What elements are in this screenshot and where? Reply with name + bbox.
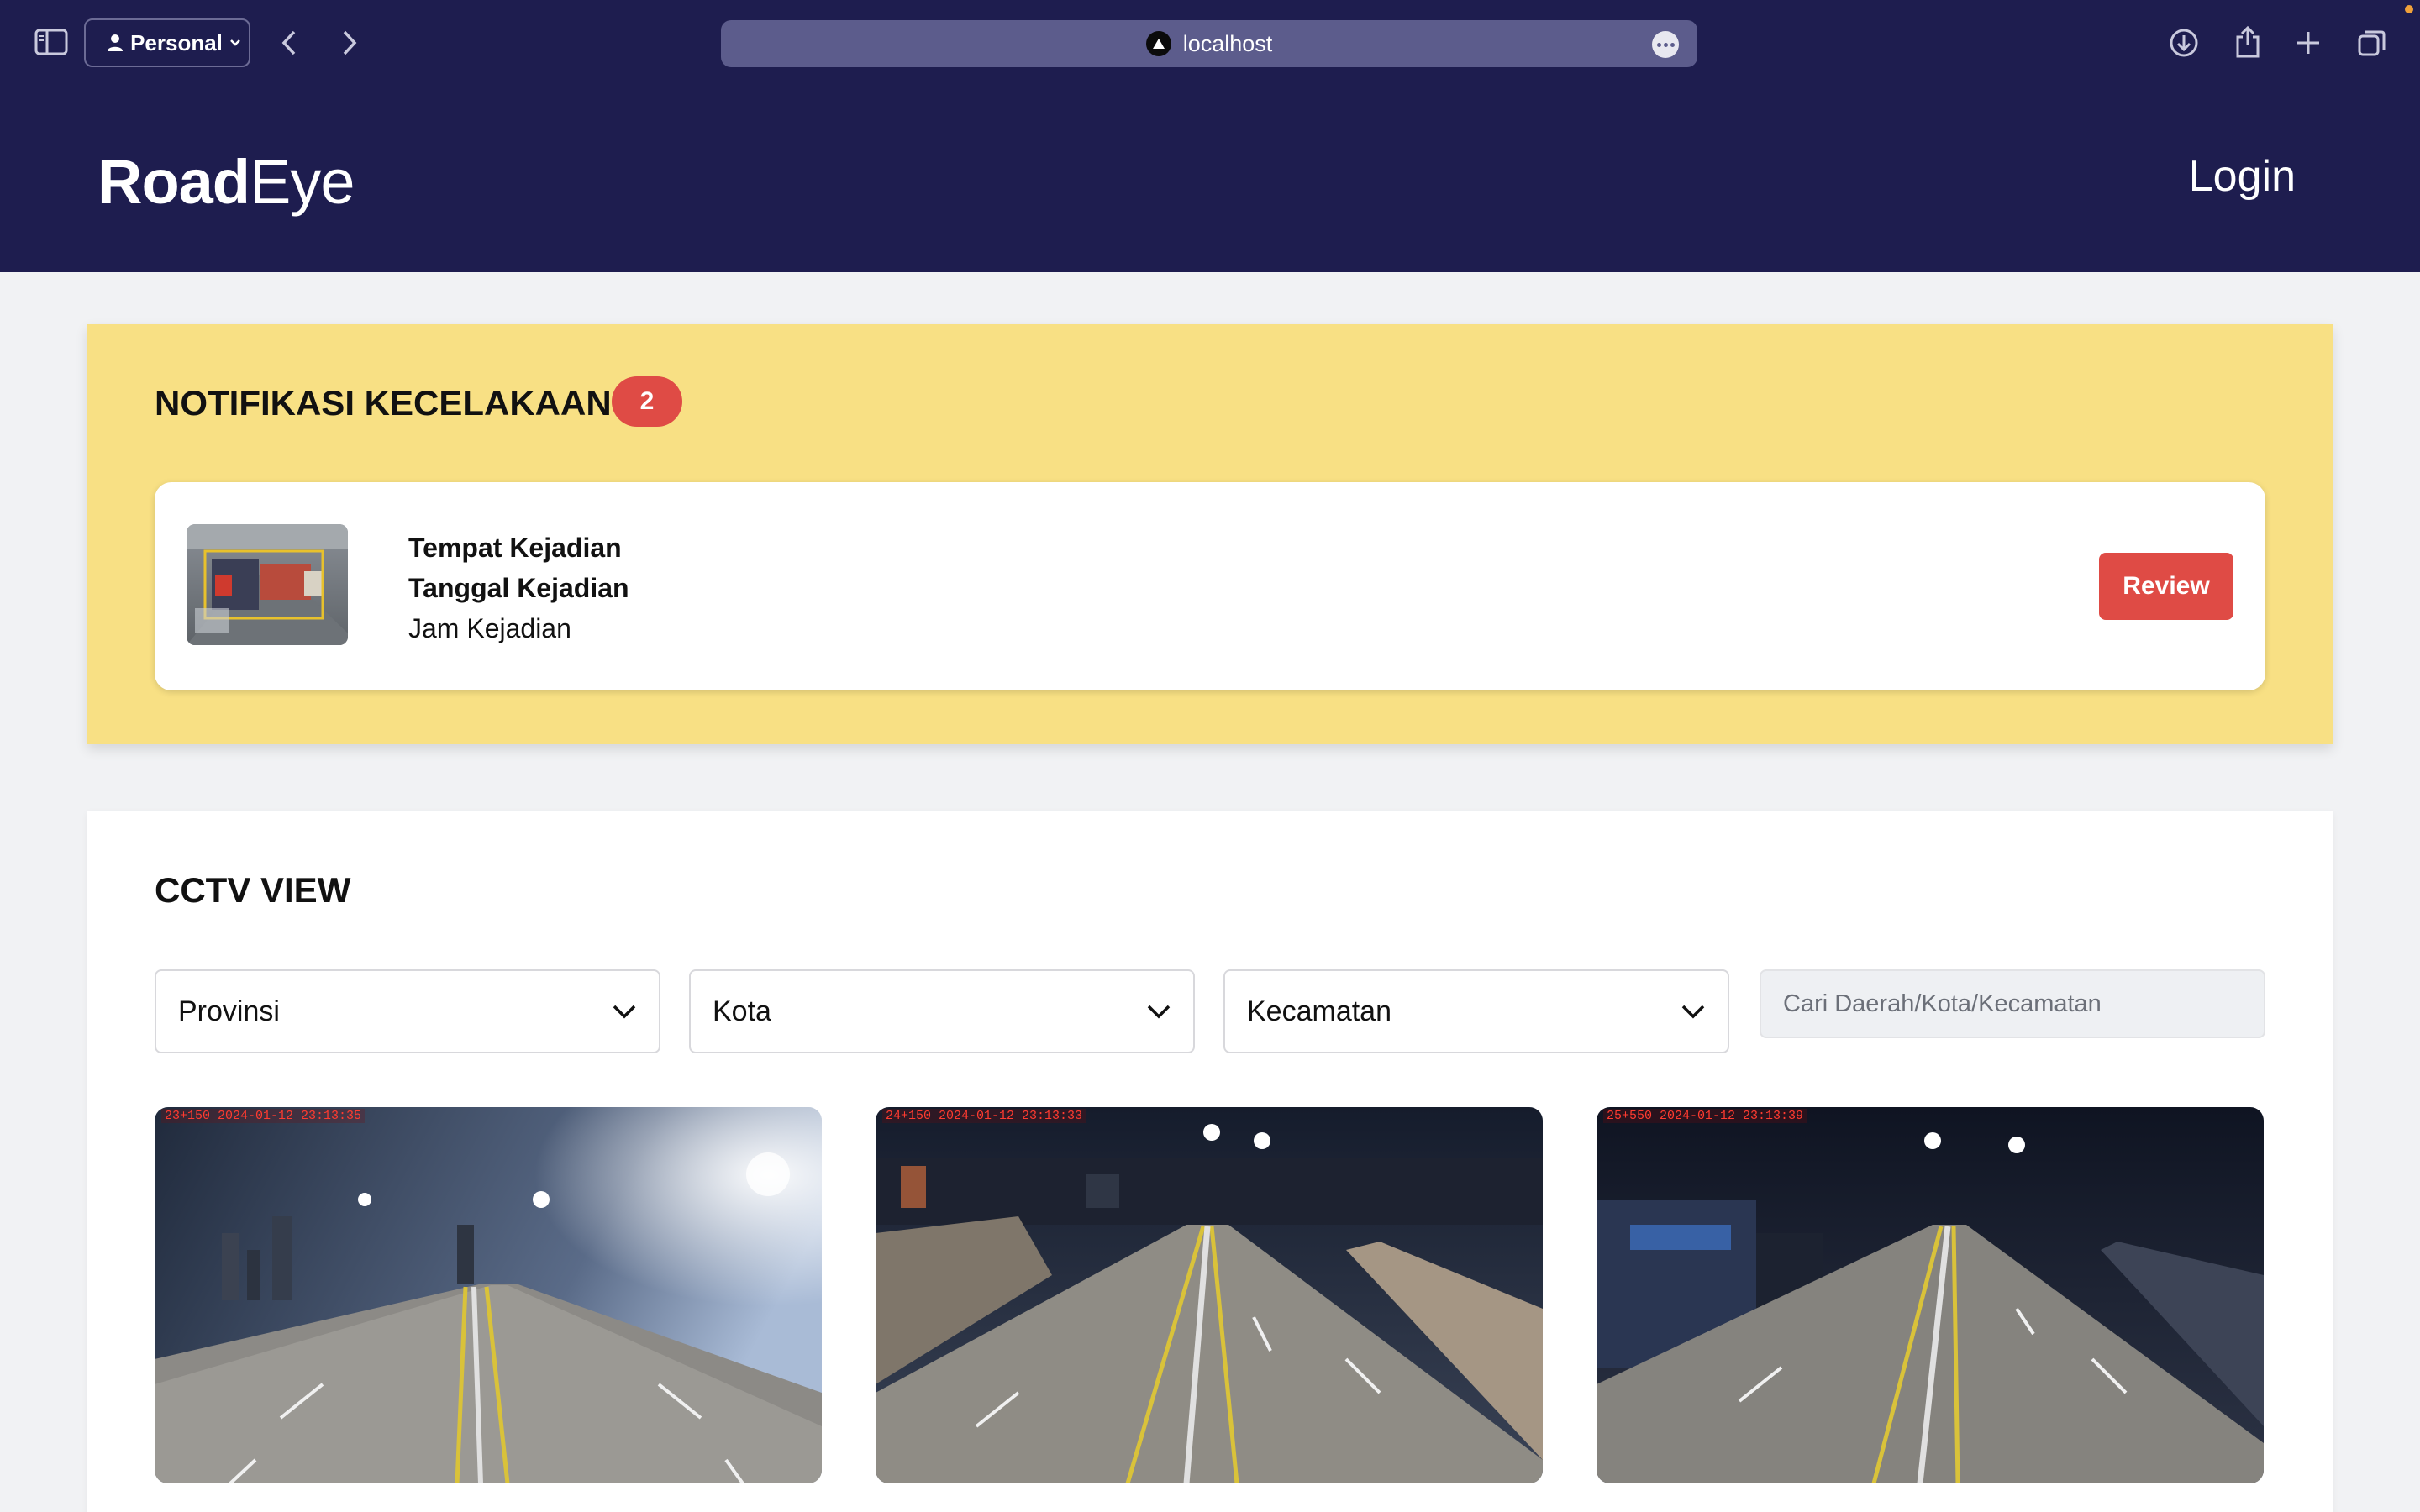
recording-indicator	[2405, 5, 2413, 13]
person-icon	[108, 34, 124, 51]
camera-overlay-text: 25+550 2024-01-12 23:13:39	[1603, 1109, 1807, 1123]
chevron-left-icon	[281, 30, 296, 55]
back-button[interactable]	[271, 24, 308, 62]
share-icon[interactable]	[2228, 22, 2267, 62]
more-options-icon[interactable]	[1652, 31, 1679, 58]
notification-card: Tempat Kejadian Tanggal Kejadian Jam Kej…	[155, 482, 2265, 690]
new-tab-icon[interactable]	[2289, 24, 2328, 62]
site-icon	[1145, 31, 1171, 56]
cctv-camera-feed[interactable]: 24+150 2024-01-12 23:13:33	[876, 1107, 1543, 1483]
province-select[interactable]: Provinsi	[155, 969, 660, 1053]
district-select-value: Kecamatan	[1247, 995, 1392, 1027]
chevron-down-icon	[230, 39, 240, 46]
brand-logo[interactable]: RoadEye	[97, 146, 355, 218]
download-icon[interactable]	[2165, 24, 2203, 62]
notifications-title: NOTIFIKASI KECELAKAAN	[155, 383, 612, 423]
cctv-title: CCTV VIEW	[155, 870, 351, 910]
chevron-down-icon	[1147, 1005, 1171, 1019]
brand-light: Eye	[250, 147, 355, 217]
camera-overlay-text: 23+150 2024-01-12 23:13:35	[161, 1109, 366, 1123]
brand-bold: Road	[97, 147, 250, 217]
province-select-value: Provinsi	[178, 995, 280, 1027]
review-button[interactable]: Review	[2099, 553, 2233, 620]
district-select[interactable]: Kecamatan	[1223, 969, 1729, 1053]
chevron-down-icon	[613, 1005, 636, 1019]
accident-thumbnail	[187, 524, 348, 645]
chevron-right-icon	[343, 30, 357, 55]
accident-notifications-panel: NOTIFIKASI KECELAKAAN 2 Tempat Kejadian …	[87, 324, 2333, 744]
login-link[interactable]: Login	[2189, 151, 2296, 202]
cctv-camera-feed[interactable]: 25+550 2024-01-12 23:13:39	[1597, 1107, 2264, 1483]
sidebar-toggle-icon[interactable]	[32, 25, 71, 59]
accident-info: Tempat Kejadian Tanggal Kejadian Jam Kej…	[408, 528, 629, 648]
cctv-camera-feed[interactable]: 23+150 2024-01-12 23:13:35	[155, 1107, 822, 1483]
date-label: Tanggal Kejadian	[408, 573, 629, 603]
address-bar[interactable]: localhost	[721, 20, 1697, 67]
cctv-view-panel: CCTV VIEW Provinsi Kota Kecamatan Cari D…	[87, 811, 2333, 1512]
browser-toolbar: Personal localhost	[0, 0, 2420, 86]
tab-overview-icon[interactable]	[2353, 24, 2391, 62]
forward-button[interactable]	[331, 24, 368, 62]
city-select-value: Kota	[713, 995, 771, 1027]
chevron-down-icon	[1681, 1005, 1705, 1019]
camera-overlay-text: 24+150 2024-01-12 23:13:33	[882, 1109, 1086, 1123]
search-input[interactable]	[1760, 969, 2265, 1038]
place-label: Tempat Kejadian	[408, 533, 622, 563]
time-label: Jam Kejadian	[408, 613, 571, 643]
url-text: localhost	[1182, 30, 1273, 56]
profile-label: Personal	[130, 29, 223, 55]
app-header: RoadEye Login	[0, 86, 2420, 272]
notification-count-badge: 2	[612, 376, 682, 427]
city-select[interactable]: Kota	[689, 969, 1195, 1053]
profile-button[interactable]: Personal	[84, 18, 250, 67]
